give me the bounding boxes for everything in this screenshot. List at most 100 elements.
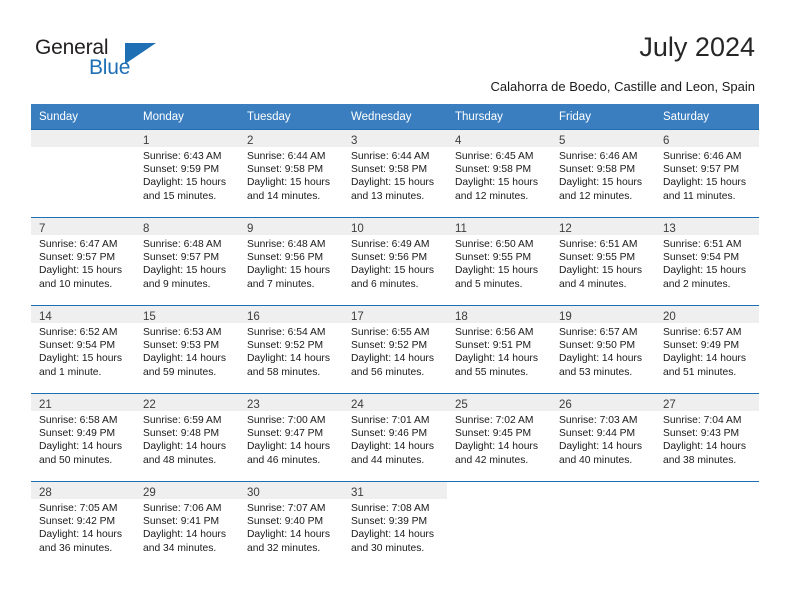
- daylight-duration-line1: Daylight: 15 hours: [143, 177, 226, 189]
- calendar-body: 1 Sunrise: 6:43 AM Sunset: 9:59 PM Daylight…: [31, 129, 759, 569]
- day-cell[interactable]: 13 Sunrise: 6:51 AM Sunset: 9:54 PM Dayligh…: [655, 217, 759, 305]
- daylight-duration-line2: and 15 minutes.: [143, 190, 217, 202]
- day-cell[interactable]: 30 Sunrise: 7:07 AM Sunset: 9:40 PM Dayligh…: [239, 481, 343, 569]
- daylight-duration-line1: Daylight: 14 hours: [351, 353, 434, 365]
- day-cell[interactable]: 12 Sunrise: 6:51 AM Sunset: 9:55 PM Dayligh…: [551, 217, 655, 305]
- calendar-cell-day-24: 24 Sunrise: 7:01 AM Sunset: 9:46 PM Dayligh…: [343, 393, 447, 481]
- day-cell[interactable]: 1 Sunrise: 6:43 AM Sunset: 9:59 PM Daylight…: [135, 129, 239, 217]
- sunrise-time: Sunrise: 6:48 AM: [143, 239, 222, 250]
- sunrise-time: Sunrise: 7:01 AM: [351, 415, 430, 426]
- sunrise-time: Sunrise: 6:50 AM: [455, 239, 534, 250]
- day-number: 30: [247, 487, 260, 499]
- calendar-cell-day-13: 13 Sunrise: 6:51 AM Sunset: 9:54 PM Dayligh…: [655, 217, 759, 305]
- day-cell[interactable]: 11 Sunrise: 6:50 AM Sunset: 9:55 PM Dayligh…: [447, 217, 551, 305]
- sunset-time: Sunset: 9:56 PM: [351, 252, 428, 264]
- day-cell[interactable]: 15 Sunrise: 6:53 AM Sunset: 9:53 PM Dayligh…: [135, 305, 239, 393]
- logo-text-blue: Blue: [89, 56, 131, 79]
- daylight-duration-line1: Daylight: 14 hours: [247, 529, 330, 541]
- day-details: Sunrise: 6:57 AM Sunset: 9:50 PM Daylight:…: [551, 323, 655, 379]
- day-number-band: 20: [655, 306, 759, 323]
- day-cell[interactable]: 19 Sunrise: 6:57 AM Sunset: 9:50 PM Dayligh…: [551, 305, 655, 393]
- day-number-band: 23: [239, 394, 343, 411]
- day-details: Sunrise: 6:55 AM Sunset: 9:52 PM Daylight:…: [343, 323, 447, 379]
- sunset-time: Sunset: 9:54 PM: [663, 252, 740, 264]
- day-cell[interactable]: 29 Sunrise: 7:06 AM Sunset: 9:41 PM Dayligh…: [135, 481, 239, 569]
- sunrise-time: Sunrise: 7:02 AM: [455, 415, 534, 426]
- daylight-duration-line2: and 55 minutes.: [455, 366, 529, 378]
- calendar-cell-day-15: 15 Sunrise: 6:53 AM Sunset: 9:53 PM Dayligh…: [135, 305, 239, 393]
- daylight-duration-line1: Daylight: 15 hours: [143, 265, 226, 277]
- daylight-duration-line1: Daylight: 15 hours: [559, 177, 642, 189]
- day-cell[interactable]: 24 Sunrise: 7:01 AM Sunset: 9:46 PM Dayligh…: [343, 393, 447, 481]
- sunset-time: Sunset: 9:40 PM: [247, 516, 324, 528]
- day-number-band: [447, 482, 551, 499]
- day-cell[interactable]: 18 Sunrise: 6:56 AM Sunset: 9:51 PM Dayligh…: [447, 305, 551, 393]
- daylight-duration-line1: Daylight: 14 hours: [455, 441, 538, 453]
- sunset-time: Sunset: 9:45 PM: [455, 428, 532, 440]
- day-cell[interactable]: 25 Sunrise: 7:02 AM Sunset: 9:45 PM Dayligh…: [447, 393, 551, 481]
- calendar-cell-day-27: 27 Sunrise: 7:04 AM Sunset: 9:43 PM Dayligh…: [655, 393, 759, 481]
- day-cell[interactable]: 26 Sunrise: 7:03 AM Sunset: 9:44 PM Dayligh…: [551, 393, 655, 481]
- calendar-cell-day-29: 29 Sunrise: 7:06 AM Sunset: 9:41 PM Dayligh…: [135, 481, 239, 569]
- day-number-band: 16: [239, 306, 343, 323]
- sunrise-time: Sunrise: 6:44 AM: [247, 151, 326, 162]
- day-details: Sunrise: 6:48 AM Sunset: 9:57 PM Daylight:…: [135, 235, 239, 291]
- day-cell[interactable]: 4 Sunrise: 6:45 AM Sunset: 9:58 PM Daylight…: [447, 129, 551, 217]
- day-cell[interactable]: 22 Sunrise: 6:59 AM Sunset: 9:48 PM Dayligh…: [135, 393, 239, 481]
- day-cell[interactable]: 16 Sunrise: 6:54 AM Sunset: 9:52 PM Dayligh…: [239, 305, 343, 393]
- day-cell[interactable]: 28 Sunrise: 7:05 AM Sunset: 9:42 PM Dayligh…: [31, 481, 135, 569]
- sunset-time: Sunset: 9:49 PM: [663, 340, 740, 352]
- day-number-band: 10: [343, 218, 447, 235]
- day-number: 23: [247, 399, 260, 411]
- sunset-time: Sunset: 9:59 PM: [143, 164, 220, 176]
- calendar-cell-day-23: 23 Sunrise: 7:00 AM Sunset: 9:47 PM Dayligh…: [239, 393, 343, 481]
- calendar-cell-day-6: 6 Sunrise: 6:46 AM Sunset: 9:57 PM Daylight…: [655, 129, 759, 217]
- day-cell[interactable]: 20 Sunrise: 6:57 AM Sunset: 9:49 PM Dayligh…: [655, 305, 759, 393]
- day-cell[interactable]: 9 Sunrise: 6:48 AM Sunset: 9:56 PM Daylight…: [239, 217, 343, 305]
- daylight-duration-line2: and 2 minutes.: [663, 278, 731, 290]
- day-number: 10: [351, 223, 364, 235]
- sunset-time: Sunset: 9:41 PM: [143, 516, 220, 528]
- daylight-duration-line1: Daylight: 14 hours: [39, 441, 122, 453]
- day-number: 16: [247, 311, 260, 323]
- daylight-duration-line2: and 48 minutes.: [143, 454, 217, 466]
- day-number-band: [31, 130, 135, 147]
- day-cell[interactable]: 31 Sunrise: 7:08 AM Sunset: 9:39 PM Dayligh…: [343, 481, 447, 569]
- daylight-duration-line2: and 12 minutes.: [559, 190, 633, 202]
- day-cell[interactable]: 14 Sunrise: 6:52 AM Sunset: 9:54 PM Dayligh…: [31, 305, 135, 393]
- daylight-duration-line1: Daylight: 14 hours: [247, 441, 330, 453]
- day-cell[interactable]: 23 Sunrise: 7:00 AM Sunset: 9:47 PM Dayligh…: [239, 393, 343, 481]
- day-cell[interactable]: 5 Sunrise: 6:46 AM Sunset: 9:58 PM Daylight…: [551, 129, 655, 217]
- day-cell[interactable]: 17 Sunrise: 6:55 AM Sunset: 9:52 PM Dayligh…: [343, 305, 447, 393]
- calendar-week-row: 1 Sunrise: 6:43 AM Sunset: 9:59 PM Daylight…: [31, 129, 759, 217]
- day-cell[interactable]: 21 Sunrise: 6:58 AM Sunset: 9:49 PM Dayligh…: [31, 393, 135, 481]
- day-number-band: 13: [655, 218, 759, 235]
- day-details: Sunrise: 6:46 AM Sunset: 9:58 PM Daylight:…: [551, 147, 655, 203]
- day-number: 14: [39, 311, 52, 323]
- day-cell[interactable]: 3 Sunrise: 6:44 AM Sunset: 9:58 PM Daylight…: [343, 129, 447, 217]
- empty-day-cell: [447, 481, 551, 569]
- day-cell[interactable]: 2 Sunrise: 6:44 AM Sunset: 9:58 PM Daylight…: [239, 129, 343, 217]
- day-number: 29: [143, 487, 156, 499]
- day-cell[interactable]: 6 Sunrise: 6:46 AM Sunset: 9:57 PM Daylight…: [655, 129, 759, 217]
- sunrise-time: Sunrise: 6:43 AM: [143, 151, 222, 162]
- day-cell[interactable]: 27 Sunrise: 7:04 AM Sunset: 9:43 PM Dayligh…: [655, 393, 759, 481]
- day-number: 7: [39, 223, 46, 235]
- calendar-header-row: Sunday Monday Tuesday Wednesday Thursday…: [31, 104, 759, 129]
- day-number-band: 2: [239, 130, 343, 147]
- calendar-cell-day-17: 17 Sunrise: 6:55 AM Sunset: 9:52 PM Dayligh…: [343, 305, 447, 393]
- daylight-duration-line1: Daylight: 14 hours: [455, 353, 538, 365]
- day-cell[interactable]: 7 Sunrise: 6:47 AM Sunset: 9:57 PM Daylight…: [31, 217, 135, 305]
- day-number: 28: [39, 487, 52, 499]
- day-details: Sunrise: 6:48 AM Sunset: 9:56 PM Daylight:…: [239, 235, 343, 291]
- daylight-duration-line2: and 42 minutes.: [455, 454, 529, 466]
- calendar-cell-day-16: 16 Sunrise: 6:54 AM Sunset: 9:52 PM Dayligh…: [239, 305, 343, 393]
- sunset-time: Sunset: 9:44 PM: [559, 428, 636, 440]
- day-cell[interactable]: 8 Sunrise: 6:48 AM Sunset: 9:57 PM Daylight…: [135, 217, 239, 305]
- sunrise-time: Sunrise: 6:53 AM: [143, 327, 222, 338]
- day-number-band: 15: [135, 306, 239, 323]
- day-cell[interactable]: 10 Sunrise: 6:49 AM Sunset: 9:56 PM Dayligh…: [343, 217, 447, 305]
- sunset-time: Sunset: 9:53 PM: [143, 340, 220, 352]
- daylight-duration-line2: and 53 minutes.: [559, 366, 633, 378]
- calendar-week-row: 14 Sunrise: 6:52 AM Sunset: 9:54 PM Dayligh…: [31, 305, 759, 393]
